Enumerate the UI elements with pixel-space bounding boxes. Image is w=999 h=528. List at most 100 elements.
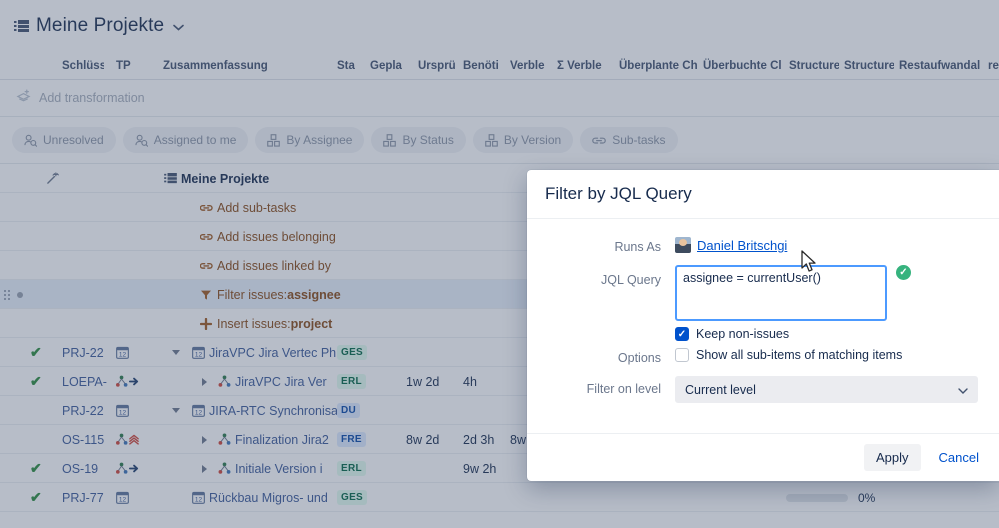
mouse-cursor (801, 250, 818, 279)
issue-summary[interactable]: Initiale Version i (235, 454, 395, 483)
issue-key[interactable]: OS-19 (62, 454, 110, 483)
runs-as-user-link[interactable]: Daniel Britschgi (697, 238, 787, 253)
column-header[interactable]: Überbuchte Cl (703, 52, 783, 79)
needed-value: 9w 2h (463, 461, 497, 476)
generator-label[interactable]: Add issues linked by (217, 251, 387, 280)
issue-key[interactable]: PRJ-22 (62, 338, 110, 367)
person-warn-icon (116, 425, 140, 454)
cancel-button[interactable]: Cancel (933, 449, 985, 466)
valid-check-icon: ✓ (896, 265, 911, 280)
done-check-icon: ✔ (30, 460, 42, 476)
column-header[interactable]: Restaufwandal (899, 52, 985, 79)
person-arrow-icon (116, 454, 140, 483)
column-header[interactable]: Schlüss (62, 52, 104, 79)
chip-label: Sub-tasks (612, 133, 666, 147)
svg-text:12: 12 (119, 351, 127, 358)
svg-text:12: 12 (195, 351, 203, 358)
issue-key[interactable]: LOEPA- (62, 367, 110, 396)
generator-label[interactable]: Add issues belonging (217, 222, 387, 251)
drag-handle[interactable] (4, 280, 10, 309)
disclosure-triangle-open[interactable] (172, 338, 180, 367)
generator-label-prefix: Insert issues: (217, 316, 291, 331)
quick-filter-chip[interactable]: Unresolved (12, 127, 116, 153)
dialog-title: Filter by JQL Query (545, 184, 692, 203)
quick-filter-chip[interactable]: Assigned to me (122, 127, 249, 153)
column-header[interactable]: Structure (844, 52, 894, 79)
column-header[interactable]: Sta (337, 52, 359, 79)
group-blocks-icon (267, 133, 281, 147)
issue-key[interactable]: PRJ-77 (62, 483, 110, 512)
quick-filter-chip[interactable]: By Status (371, 127, 466, 153)
issue-summary[interactable]: Meine Projekte (181, 164, 351, 193)
column-header-row: Schlüss TP Zusammenfassung Sta Gepla Ursprü Be… (0, 52, 999, 80)
chip-label: Assigned to me (153, 133, 237, 147)
chevron-down-icon[interactable] (173, 20, 184, 33)
issue-key[interactable]: PRJ-22 (62, 396, 110, 425)
disclosure-triangle-closed[interactable] (202, 425, 207, 454)
generator-label[interactable]: Add sub-tasks (217, 193, 387, 222)
add-transformation-bar[interactable]: Add transformation (0, 80, 999, 117)
progress-cell: 0% (786, 483, 876, 512)
jql-query-input[interactable] (675, 265, 887, 321)
options-label: Options (617, 351, 661, 365)
status-badge-text: FRE (337, 432, 366, 447)
show-subitems-checkbox[interactable]: Show all sub-items of matching items (675, 348, 999, 362)
options-row: Options Show all sub-items of matching i… (527, 348, 999, 365)
status-badge: ERL (337, 367, 367, 396)
column-header[interactable]: Zusammenfassung (163, 52, 313, 79)
column-header[interactable]: TP (116, 52, 142, 79)
quick-filter-chip[interactable]: Sub-tasks (580, 127, 678, 153)
apply-button[interactable]: Apply (864, 444, 921, 471)
needed-value: 2d 3h (463, 432, 495, 447)
column-header[interactable]: Gepla (370, 52, 406, 79)
structure-board-icon (14, 19, 29, 33)
planned-value: 8w 2d (406, 432, 440, 447)
chip-label: By Status (402, 133, 454, 147)
status-badge-text: GES (337, 490, 367, 505)
issue-key[interactable]: OS-115 (62, 425, 110, 454)
table-row[interactable]: ✔ PRJ-77 12 12 Rückbau Migros- und GES 0% (0, 483, 999, 512)
status-badge-text: ERL (337, 461, 366, 476)
column-header[interactable]: Σ Verble (557, 52, 609, 79)
generator-label[interactable]: Filter issues: assignee (217, 280, 387, 309)
status-badge-text: GES (337, 345, 367, 360)
quick-filter-chip[interactable]: By Assignee (255, 127, 365, 153)
jql-query-row: JQL Query ✓ (527, 265, 999, 321)
disclosure-triangle-closed[interactable] (202, 367, 207, 396)
chevron-down-icon (958, 383, 968, 397)
needed-value: 4h (463, 374, 477, 389)
keep-non-issues-checkbox[interactable]: ✓ Keep non-issues (675, 327, 999, 341)
chip-label: Unresolved (43, 133, 104, 147)
magic-wand-icon[interactable] (46, 164, 59, 193)
link-chain-icon (200, 251, 213, 280)
funnel-filter-icon (200, 280, 212, 309)
generator-label[interactable]: Insert issues: project (217, 309, 387, 338)
filter-on-level-select[interactable]: Current level (675, 376, 978, 403)
column-header[interactable]: Überplante Ch (619, 52, 701, 79)
calendar-12-icon: 12 (192, 338, 205, 367)
show-subitems-label: Show all sub-items of matching items (696, 348, 903, 362)
column-header[interactable]: Verble (510, 52, 550, 79)
status-badge: ERL (337, 454, 367, 483)
link-icon (592, 134, 607, 147)
issue-summary[interactable]: Finalization Jira2 (235, 425, 395, 454)
row-bullet-icon (17, 280, 23, 309)
column-header[interactable]: Structure (789, 52, 839, 79)
group-blocks-icon (485, 133, 498, 147)
quick-filter-chip[interactable]: By Version (472, 127, 574, 153)
column-header[interactable]: Benöti (463, 52, 503, 79)
issue-summary[interactable]: JiraVPC Jira Ver (235, 367, 395, 396)
column-header[interactable]: Ursprü (418, 52, 460, 79)
filter-by-jql-dialog: Filter by JQL Query Runs As Daniel Brits… (527, 170, 999, 481)
checkbox-unchecked-icon (675, 348, 689, 362)
application-window: Meine Projekte Schlüss TP Zusammenfassung S… (0, 0, 999, 528)
column-header[interactable]: re (988, 52, 999, 79)
link-chain-icon (200, 193, 213, 222)
generator-label-prefix: Filter issues: (217, 287, 288, 302)
avatar (675, 237, 691, 253)
person-search-icon (24, 134, 37, 147)
disclosure-triangle-open[interactable] (172, 396, 180, 425)
disclosure-triangle-closed[interactable] (202, 454, 207, 483)
svg-text:12: 12 (195, 496, 203, 503)
svg-text:12: 12 (119, 496, 127, 503)
